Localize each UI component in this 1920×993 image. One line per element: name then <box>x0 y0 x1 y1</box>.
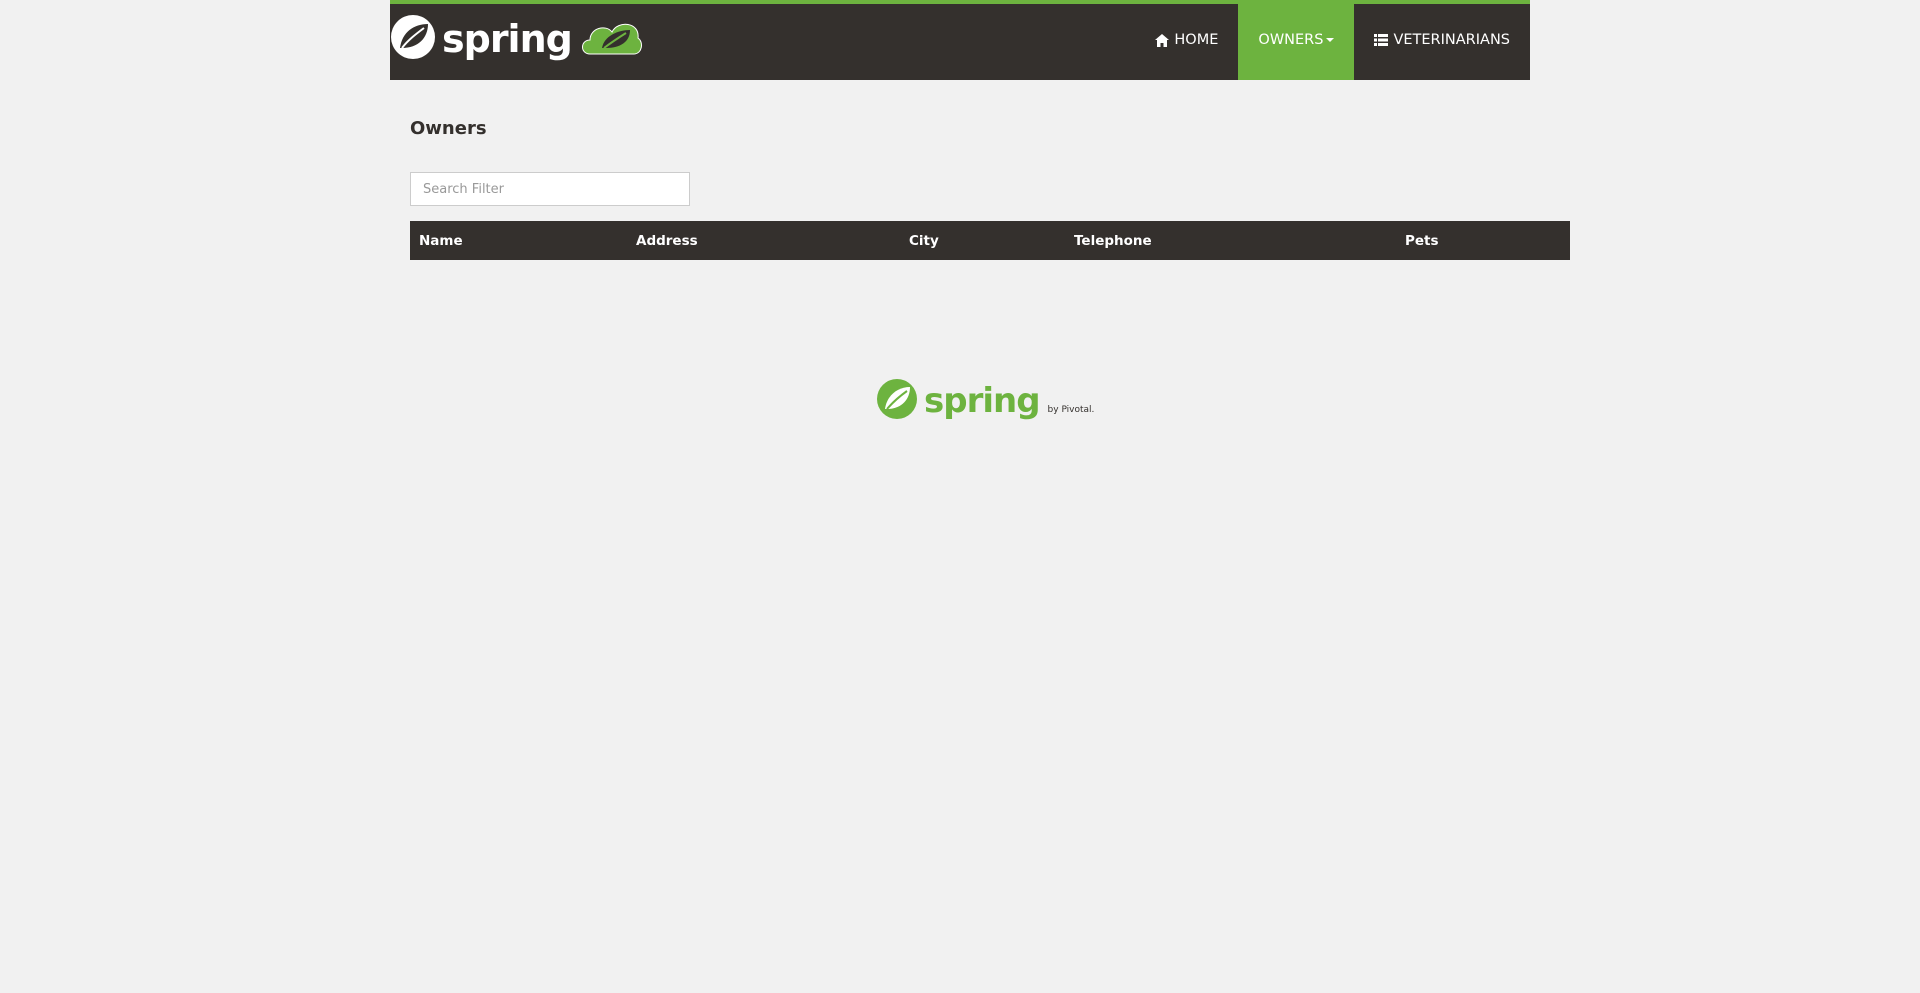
home-icon <box>1155 33 1170 47</box>
column-header-address[interactable]: Address <box>627 221 901 260</box>
spring-leaf-icon <box>876 378 918 424</box>
page-title: Owners <box>410 118 487 139</box>
nav-home-label: Home <box>1174 32 1219 48</box>
table-header-row: Name Address City Telephone Pets <box>410 221 1570 260</box>
brand-name: spring <box>442 17 573 61</box>
column-header-name[interactable]: Name <box>410 221 628 260</box>
nav-owners-label: Owners <box>1258 32 1324 48</box>
column-header-city[interactable]: City <box>900 221 1066 260</box>
nav-veterinarians[interactable]: Veterinarians <box>1354 0 1530 80</box>
nav-owners[interactable]: Owners <box>1238 0 1355 80</box>
owners-table-header: Name Address City Telephone Pets <box>410 221 1570 260</box>
footer-by-pivotal: by Pivotal. <box>1047 405 1095 415</box>
column-header-telephone[interactable]: Telephone <box>1065 221 1397 260</box>
list-icon <box>1374 34 1389 46</box>
nav-home[interactable]: Home <box>1135 0 1238 80</box>
footer-logo: spring by Pivotal. <box>876 378 1094 424</box>
navbar: spring Home Owners <box>390 0 1530 80</box>
caret-down-icon <box>1326 38 1335 42</box>
search-filter-input[interactable] <box>410 172 690 206</box>
main-nav: Home Owners Veterinarians <box>1135 0 1530 80</box>
brand-logo-link[interactable]: spring <box>390 14 642 64</box>
spring-leaf-icon <box>390 14 436 64</box>
footer-spring-wordmark: spring <box>924 381 1041 421</box>
column-header-pets[interactable]: Pets <box>1396 221 1570 260</box>
petclinic-cloud-icon <box>578 14 644 64</box>
nav-veterinarians-label: Veterinarians <box>1393 32 1510 48</box>
owners-table: Name Address City Telephone Pets <box>410 221 1570 260</box>
